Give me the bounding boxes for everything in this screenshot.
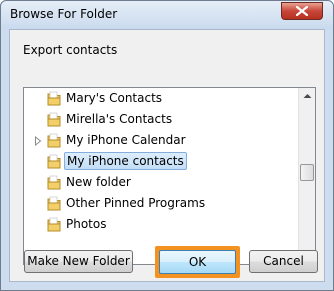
folder-icon	[47, 217, 61, 232]
tree-item-label: Mary's Contacts	[66, 91, 163, 105]
folder-tree[interactable]: Mary's Contacts Mirella's Contacts My iP…	[23, 87, 316, 265]
vertical-scrollbar[interactable]	[298, 88, 315, 264]
folder-icon	[47, 175, 61, 190]
tree-item[interactable]: Mirella's Contacts	[24, 109, 298, 130]
dialog-description: Export contacts	[23, 43, 118, 57]
folder-icon	[47, 91, 61, 106]
dialog-body: Export contacts Mary's Contacts Mirella'…	[9, 29, 325, 282]
window-title: Browse For Folder	[10, 7, 118, 21]
folder-icon	[47, 112, 61, 127]
expand-arrow-icon[interactable]	[34, 136, 42, 146]
close-button[interactable]	[281, 2, 323, 20]
close-icon	[296, 6, 308, 16]
tree-item-selected[interactable]: My iPhone contacts	[24, 151, 298, 172]
tree-item-label: My iPhone Calendar	[66, 133, 186, 147]
browse-folder-dialog: Browse For Folder Export contacts Mary's…	[0, 0, 334, 291]
tree-item[interactable]: Photos	[24, 214, 298, 235]
tree-item-label: Mirella's Contacts	[66, 112, 173, 126]
make-new-folder-button[interactable]: Make New Folder	[24, 250, 133, 273]
ok-button[interactable]: OK	[159, 250, 236, 274]
tree-item-label: Other Pinned Programs	[66, 196, 206, 210]
tree-item[interactable]: New folder	[24, 172, 298, 193]
tree-item[interactable]: Mary's Contacts	[24, 88, 298, 109]
tree-item-label: Photos	[66, 217, 107, 231]
scroll-up-button[interactable]	[299, 88, 315, 105]
folder-icon	[47, 196, 61, 211]
folder-icon	[47, 154, 61, 169]
tree-item[interactable]: Other Pinned Programs	[24, 193, 298, 214]
chevron-up-icon	[303, 94, 312, 98]
title-bar[interactable]: Browse For Folder	[1, 1, 333, 29]
folder-icon	[47, 133, 61, 148]
tree-item-label: New folder	[66, 175, 131, 189]
scroll-thumb[interactable]	[300, 164, 314, 181]
tree-item-label: My iPhone contacts	[64, 152, 187, 170]
cancel-button[interactable]: Cancel	[249, 250, 318, 273]
ok-button-highlight: OK	[155, 246, 240, 278]
tree-item[interactable]: My iPhone Calendar	[24, 130, 298, 151]
